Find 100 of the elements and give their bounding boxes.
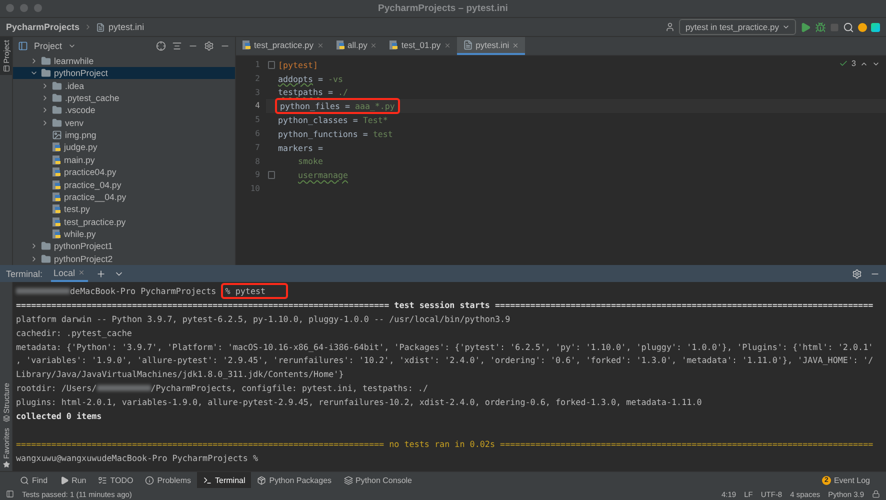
folder-icon [41, 68, 51, 78]
tree-item[interactable]: test.py [13, 203, 235, 216]
tree-item[interactable]: venv [13, 116, 235, 129]
tool-window-button[interactable]: Terminal [197, 472, 252, 488]
code-token: aaa_*.py [354, 101, 395, 112]
bug-icon[interactable] [815, 22, 826, 32]
tool-window-button[interactable]: Python Packages [251, 472, 338, 488]
python-file-icon [52, 229, 61, 239]
folder-icon [52, 92, 62, 103]
tree-item[interactable]: .idea [13, 79, 235, 92]
editor-tab[interactable]: pytest.ini [456, 37, 526, 55]
python-file-icon [52, 154, 61, 165]
user-icon[interactable] [665, 22, 676, 32]
python-file-icon [389, 40, 398, 50]
tree-item[interactable]: pythonProject1 [13, 240, 235, 253]
python-file-icon [52, 204, 61, 214]
tree-item[interactable]: practice_04.py [13, 178, 235, 191]
tree-item[interactable]: practice__04.py [13, 190, 235, 204]
tool-window-button[interactable]: Run [54, 472, 92, 488]
terminal-text: deMacBook-Pro PycharmProjects [70, 286, 218, 296]
update-icon[interactable] [858, 22, 867, 32]
python-file-icon [52, 167, 61, 178]
code-token: addopts [278, 74, 313, 84]
tree-item[interactable]: test_practice.py [13, 215, 235, 228]
caret-icon [782, 23, 790, 31]
python-file-icon [52, 192, 61, 202]
search-icon [20, 476, 29, 484]
tree-item[interactable]: .vscode [13, 104, 235, 116]
tree-item[interactable]: practice04.py [13, 166, 235, 178]
panel-icon [2, 65, 10, 72]
tree-item[interactable]: main.py [13, 154, 235, 166]
editor-tab[interactable]: test_practice.py [236, 37, 330, 55]
python-file-icon [242, 40, 251, 50]
search-icon[interactable] [843, 22, 854, 32]
play-icon[interactable] [800, 22, 811, 32]
line-number: 7 [254, 142, 261, 154]
breadcrumb[interactable]: pytest.ini [108, 22, 144, 32]
terminal-tab[interactable]: Local [50, 265, 88, 282]
line-number: 4 [254, 100, 261, 112]
lock-icon[interactable] [872, 490, 880, 498]
code-token: test [372, 128, 393, 139]
code-token: = [326, 87, 334, 98]
close-icon[interactable] [78, 269, 86, 276]
terminal-icon [203, 476, 212, 484]
code-token: python_files [280, 101, 340, 112]
python-file-icon [52, 180, 61, 190]
tree-item[interactable]: while.py [13, 228, 235, 240]
panel-title[interactable]: Project [34, 40, 62, 51]
add-icon[interactable] [96, 268, 106, 278]
locate-icon[interactable] [156, 40, 166, 51]
terminal-text: wangxuwu@wangxuwudeMacBook-Pro PycharmProjects % [16, 452, 258, 463]
tree-item[interactable]: pythonProject [13, 66, 235, 80]
code-token: -vs [328, 74, 343, 84]
fold-marker-icon[interactable] [268, 171, 275, 180]
tree-item[interactable]: pythonProject2 [13, 252, 235, 265]
editor-tab[interactable]: all.py [330, 37, 384, 55]
line-number: 3 [254, 86, 261, 99]
console-icon [344, 476, 353, 484]
terminal-text: plugins: html-2.0.1, variables-1.9.0, allure-pytest-2.9.45, rerunfailures-10.2, xdist-2.4.0, ordering-0.6, forked-1.3.0, metadata-1.11.0 [16, 397, 702, 408]
tool-window-button[interactable]: Problems [139, 472, 198, 488]
folder-icon [52, 118, 62, 128]
window-title: PycharmProjects – pytest.ini [378, 3, 508, 14]
tool-window-button[interactable]: TODO [92, 472, 140, 488]
terminal-text: ========================================================================== test session starts =========================================================================== [16, 300, 874, 310]
terminal-text: ========================================================================= no tests ran in 0.02s ========================================================================== [16, 438, 874, 449]
code-token: smoke [297, 156, 323, 166]
settings-icon[interactable] [204, 40, 214, 51]
text-file-icon [462, 40, 473, 50]
fold-marker-icon[interactable] [268, 60, 275, 69]
python-file-icon [336, 40, 345, 50]
chevron-right-icon[interactable] [30, 56, 38, 65]
close-icon[interactable] [512, 42, 520, 48]
list-icon [98, 476, 108, 484]
expand-icon[interactable] [172, 40, 182, 51]
structure-icon [2, 415, 10, 422]
folder-icon [41, 56, 51, 66]
tool-window-button[interactable]: Python Console [338, 472, 418, 488]
tree-item[interactable]: .pytest_cache [13, 92, 235, 104]
folder-icon [52, 80, 62, 90]
check-icon[interactable] [838, 59, 848, 68]
settings-icon[interactable] [852, 268, 862, 278]
panel-icon[interactable] [6, 490, 14, 498]
tool-window-button[interactable]: Find [14, 472, 54, 488]
tree-item[interactable]: learnwhile [13, 54, 235, 67]
image-file-icon [52, 130, 62, 140]
tree-item[interactable]: img.png [13, 128, 235, 142]
tree-item[interactable]: judge.py [13, 141, 235, 154]
folder-icon [41, 254, 51, 264]
breadcrumb[interactable]: PycharmProjects [6, 22, 80, 32]
run-configuration-dropdown[interactable]: pytest in test_practice.py [679, 19, 796, 35]
editor-tab[interactable]: test_01.py [383, 37, 457, 55]
package-icon [257, 476, 266, 484]
logo-icon[interactable] [871, 22, 880, 32]
play-icon [60, 476, 69, 484]
python-file-icon [52, 142, 61, 152]
close-icon[interactable] [370, 42, 378, 48]
close-icon[interactable] [316, 42, 324, 48]
close-icon[interactable] [444, 42, 451, 48]
python-file-icon [52, 216, 61, 227]
terminal-label: Terminal: [6, 268, 43, 278]
